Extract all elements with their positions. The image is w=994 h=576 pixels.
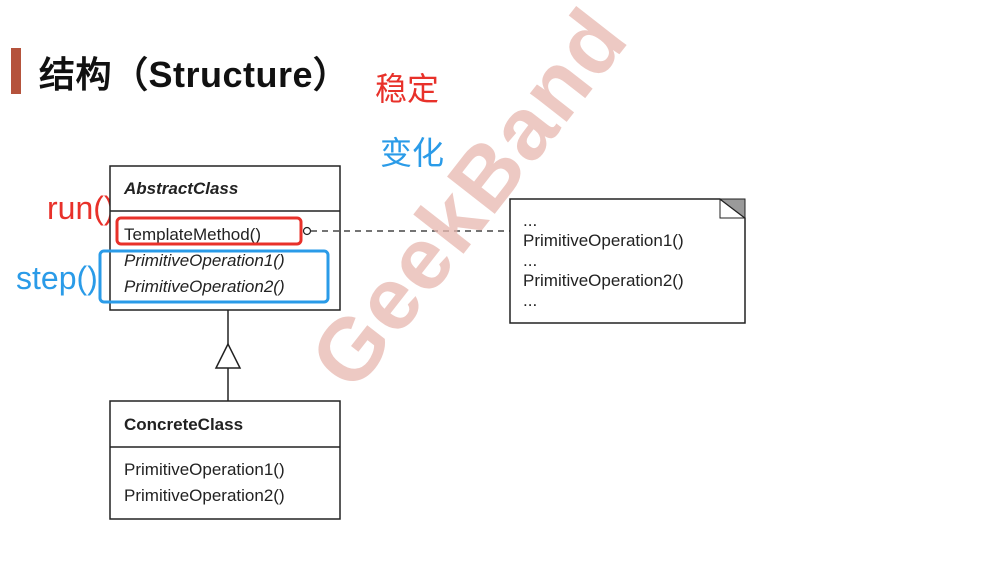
concrete-class-name: ConcreteClass [124,415,243,434]
note-box: ... PrimitiveOperation1() ... PrimitiveO… [509,198,746,324]
inheritance-arrow [214,310,242,401]
template-method: TemplateMethod() [124,225,261,244]
abstract-class-box: AbstractClass TemplateMethod() Primitive… [109,165,341,311]
abstract-primitive-op-1: PrimitiveOperation1() [124,251,285,270]
note-line-2: PrimitiveOperation1() [523,231,684,250]
abstract-primitive-op-2: PrimitiveOperation2() [124,277,285,296]
abstract-class-name: AbstractClass [123,179,238,198]
concrete-primitive-op-2: PrimitiveOperation2() [124,486,285,505]
note-line-4: PrimitiveOperation2() [523,271,684,290]
note-line-5: ... [523,291,537,310]
concrete-class-box: ConcreteClass PrimitiveOperation1() Prim… [109,400,341,520]
note-line-3: ... [523,251,537,270]
note-line-1: ... [523,211,537,230]
concrete-primitive-op-1: PrimitiveOperation1() [124,460,285,479]
